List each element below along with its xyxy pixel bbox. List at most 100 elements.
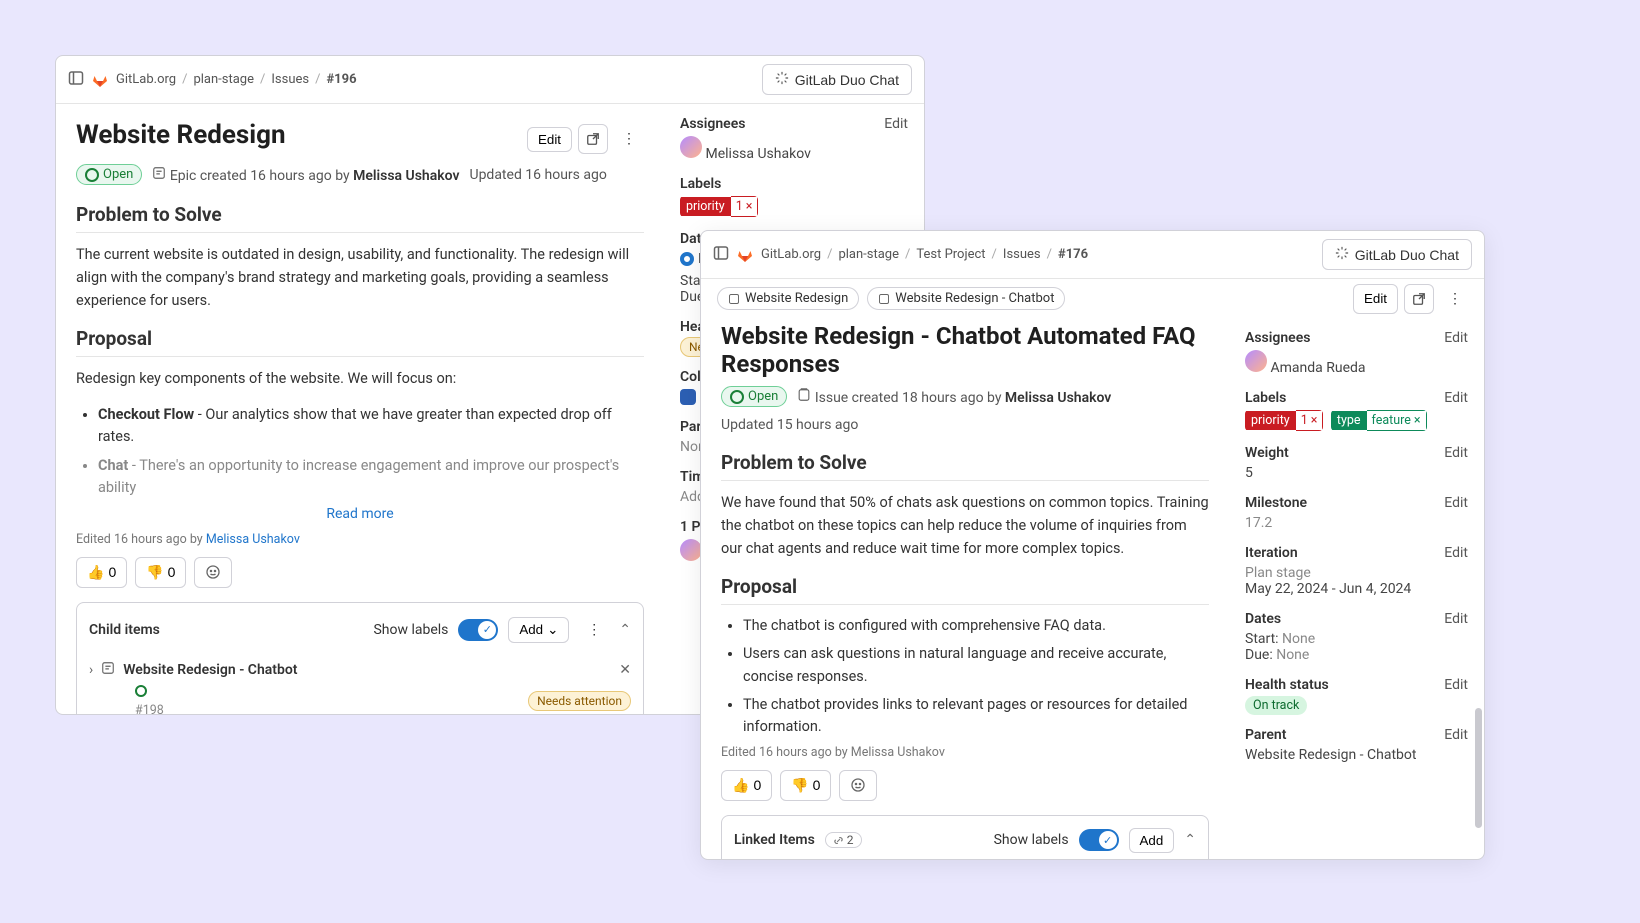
edit-health[interactable]: Edit bbox=[1444, 677, 1468, 693]
health-badge: On track bbox=[1245, 696, 1307, 715]
issue-main: Website Redesign - Chatbot Automated FAQ… bbox=[701, 318, 1229, 860]
edit-parent[interactable]: Edit bbox=[1444, 727, 1468, 743]
add-reaction-button[interactable] bbox=[839, 770, 877, 801]
more-menu-button[interactable]: ⋮ bbox=[1440, 284, 1470, 314]
label-pill[interactable]: priority1 × bbox=[680, 196, 758, 217]
linked-count-badge: 2 bbox=[825, 832, 862, 848]
issue-sidebar: AssigneesEdit Amanda Rueda LabelsEdit pr… bbox=[1229, 318, 1484, 860]
section-proposal: Proposal bbox=[721, 575, 1209, 605]
edit-weight[interactable]: Edit bbox=[1444, 445, 1468, 461]
child-menu-button[interactable]: ⋮ bbox=[579, 615, 609, 645]
section-proposal: Proposal bbox=[76, 327, 644, 357]
child-item[interactable]: › Website Redesign - Chatbot ✕ bbox=[89, 655, 631, 685]
edit-dates[interactable]: Edit bbox=[1444, 611, 1468, 627]
crumb[interactable]: Test Project bbox=[916, 247, 985, 262]
avatar bbox=[1245, 350, 1267, 372]
duo-chat-button[interactable]: GitLab Duo Chat bbox=[762, 64, 912, 95]
status-badge: Open bbox=[721, 386, 787, 407]
crumb-current: #176 bbox=[1058, 247, 1088, 262]
collapse-icon[interactable]: ⌃ bbox=[619, 622, 631, 638]
proposal-bullet: The chatbot is configured with comprehen… bbox=[743, 615, 1209, 637]
chevron-down-icon: ⌄ bbox=[547, 622, 558, 638]
avatar bbox=[680, 539, 702, 561]
updated-text: Updated 15 hours ago bbox=[721, 417, 858, 433]
crumb[interactable]: GitLab.org bbox=[761, 247, 821, 262]
edited-info: Edited 16 hours ago by Melissa Ushakov bbox=[76, 532, 644, 547]
issue-icon bbox=[797, 390, 814, 406]
radio-checked-icon[interactable] bbox=[680, 252, 694, 266]
add-linked-button[interactable]: Add bbox=[1129, 828, 1175, 853]
issue-meta: Issue created 18 hours ago by Melissa Us… bbox=[797, 388, 1111, 406]
issue-panel: GitLab.org/ plan-stage/ Test Project/ Is… bbox=[700, 230, 1485, 860]
crumb[interactable]: plan-stage bbox=[838, 247, 899, 262]
sidebar-toggle-icon[interactable] bbox=[713, 245, 729, 265]
epic-title: Website Redesign bbox=[76, 120, 286, 150]
section-problem: Problem to Solve bbox=[76, 203, 644, 233]
crumb[interactable]: Issues bbox=[271, 72, 309, 87]
thumbs-up-button[interactable]: 👍 0 bbox=[76, 557, 127, 588]
crumb[interactable]: plan-stage bbox=[193, 72, 254, 87]
linked-items-title: Linked Items bbox=[734, 832, 815, 848]
scrollbar[interactable] bbox=[1475, 708, 1482, 828]
proposal-intro: Redesign key components of the website. … bbox=[76, 367, 644, 390]
crumb-current: #196 bbox=[326, 72, 356, 87]
read-more-link[interactable]: Read more bbox=[76, 506, 644, 522]
ai-sparkle-icon bbox=[1335, 246, 1349, 263]
edit-labels[interactable]: Edit bbox=[1444, 390, 1468, 406]
thumbs-up-button[interactable]: 👍 0 bbox=[721, 770, 772, 801]
edited-info: Edited 16 hours ago by Melissa Ushakov bbox=[721, 745, 1209, 760]
duo-chat-button[interactable]: GitLab Duo Chat bbox=[1322, 239, 1472, 270]
child-ref: #198 bbox=[135, 703, 164, 715]
issue-breadcrumbs: GitLab.org/ plan-stage/ Test Project/ Is… bbox=[761, 247, 1088, 262]
epic-topbar: GitLab.org/ plan-stage/ Issues/ #196 Git… bbox=[56, 56, 924, 104]
open-external-button[interactable] bbox=[1404, 284, 1434, 314]
show-labels-toggle[interactable] bbox=[1079, 829, 1119, 851]
child-title[interactable]: Website Redesign - Chatbot bbox=[123, 662, 297, 678]
show-labels-toggle[interactable] bbox=[458, 619, 498, 641]
proposal-bullet: Checkout Flow - Our analytics show that … bbox=[98, 404, 644, 449]
problem-text: We have found that 50% of chats ask ques… bbox=[721, 491, 1209, 561]
edit-button[interactable]: Edit bbox=[1353, 284, 1398, 314]
thumbs-down-button[interactable]: 👎 0 bbox=[135, 557, 186, 588]
label-pill[interactable]: typefeature × bbox=[1331, 410, 1427, 431]
edit-assignees[interactable]: Edit bbox=[1444, 330, 1468, 346]
close-icon[interactable]: × bbox=[746, 199, 753, 214]
issue-topbar: GitLab.org/ plan-stage/ Test Project/ Is… bbox=[701, 231, 1484, 279]
crumb[interactable]: GitLab.org bbox=[116, 72, 176, 87]
add-child-button[interactable]: Add ⌄ bbox=[508, 617, 569, 643]
epic-icon bbox=[152, 168, 169, 184]
gitlab-logo-icon bbox=[92, 72, 108, 88]
more-menu-button[interactable]: ⋮ bbox=[614, 124, 644, 154]
color-swatch bbox=[680, 389, 696, 405]
proposal-bullet: Users can ask questions in natural langu… bbox=[743, 643, 1209, 688]
edit-iteration[interactable]: Edit bbox=[1444, 545, 1468, 561]
thumbs-down-button[interactable]: 👎 0 bbox=[780, 770, 831, 801]
edit-milestone[interactable]: Edit bbox=[1444, 495, 1468, 511]
ancestor-link[interactable]: Website Redesign bbox=[717, 287, 859, 310]
epic-breadcrumbs: GitLab.org/ plan-stage/ Issues/ #196 bbox=[116, 72, 357, 87]
edit-assignees[interactable]: Edit bbox=[884, 116, 908, 132]
crumb[interactable]: Issues bbox=[1003, 247, 1041, 262]
edit-button[interactable]: Edit bbox=[527, 127, 572, 152]
proposal-bullet: Chat - There's an opportunity to increas… bbox=[98, 455, 644, 500]
updated-text: Updated 16 hours ago bbox=[469, 167, 606, 183]
ai-sparkle-icon bbox=[775, 71, 789, 88]
child-items-title: Child items bbox=[89, 622, 160, 638]
collapse-icon[interactable]: ⌃ bbox=[1184, 832, 1196, 848]
ancestor-path: Website Redesign Website Redesign - Chat… bbox=[701, 279, 1081, 318]
expand-chevron-icon[interactable]: › bbox=[89, 662, 93, 678]
open-external-button[interactable] bbox=[578, 124, 608, 154]
show-labels-label: Show labels bbox=[994, 832, 1069, 848]
gitlab-logo-icon bbox=[737, 247, 753, 263]
label-pill[interactable]: priority1 × bbox=[1245, 410, 1323, 431]
epic-main: Website Redesign Edit ⋮ Open Epic create… bbox=[56, 104, 664, 715]
status-badge: Open bbox=[76, 164, 142, 185]
ancestor-link[interactable]: Website Redesign - Chatbot bbox=[867, 287, 1065, 310]
show-labels-label: Show labels bbox=[373, 622, 448, 638]
proposal-bullet: The chatbot provides links to relevant p… bbox=[743, 694, 1209, 739]
sidebar-toggle-icon[interactable] bbox=[68, 70, 84, 90]
close-icon[interactable]: × bbox=[1414, 413, 1421, 428]
remove-child-button[interactable]: ✕ bbox=[619, 662, 631, 678]
close-icon[interactable]: × bbox=[1311, 413, 1318, 428]
add-reaction-button[interactable] bbox=[194, 557, 232, 588]
